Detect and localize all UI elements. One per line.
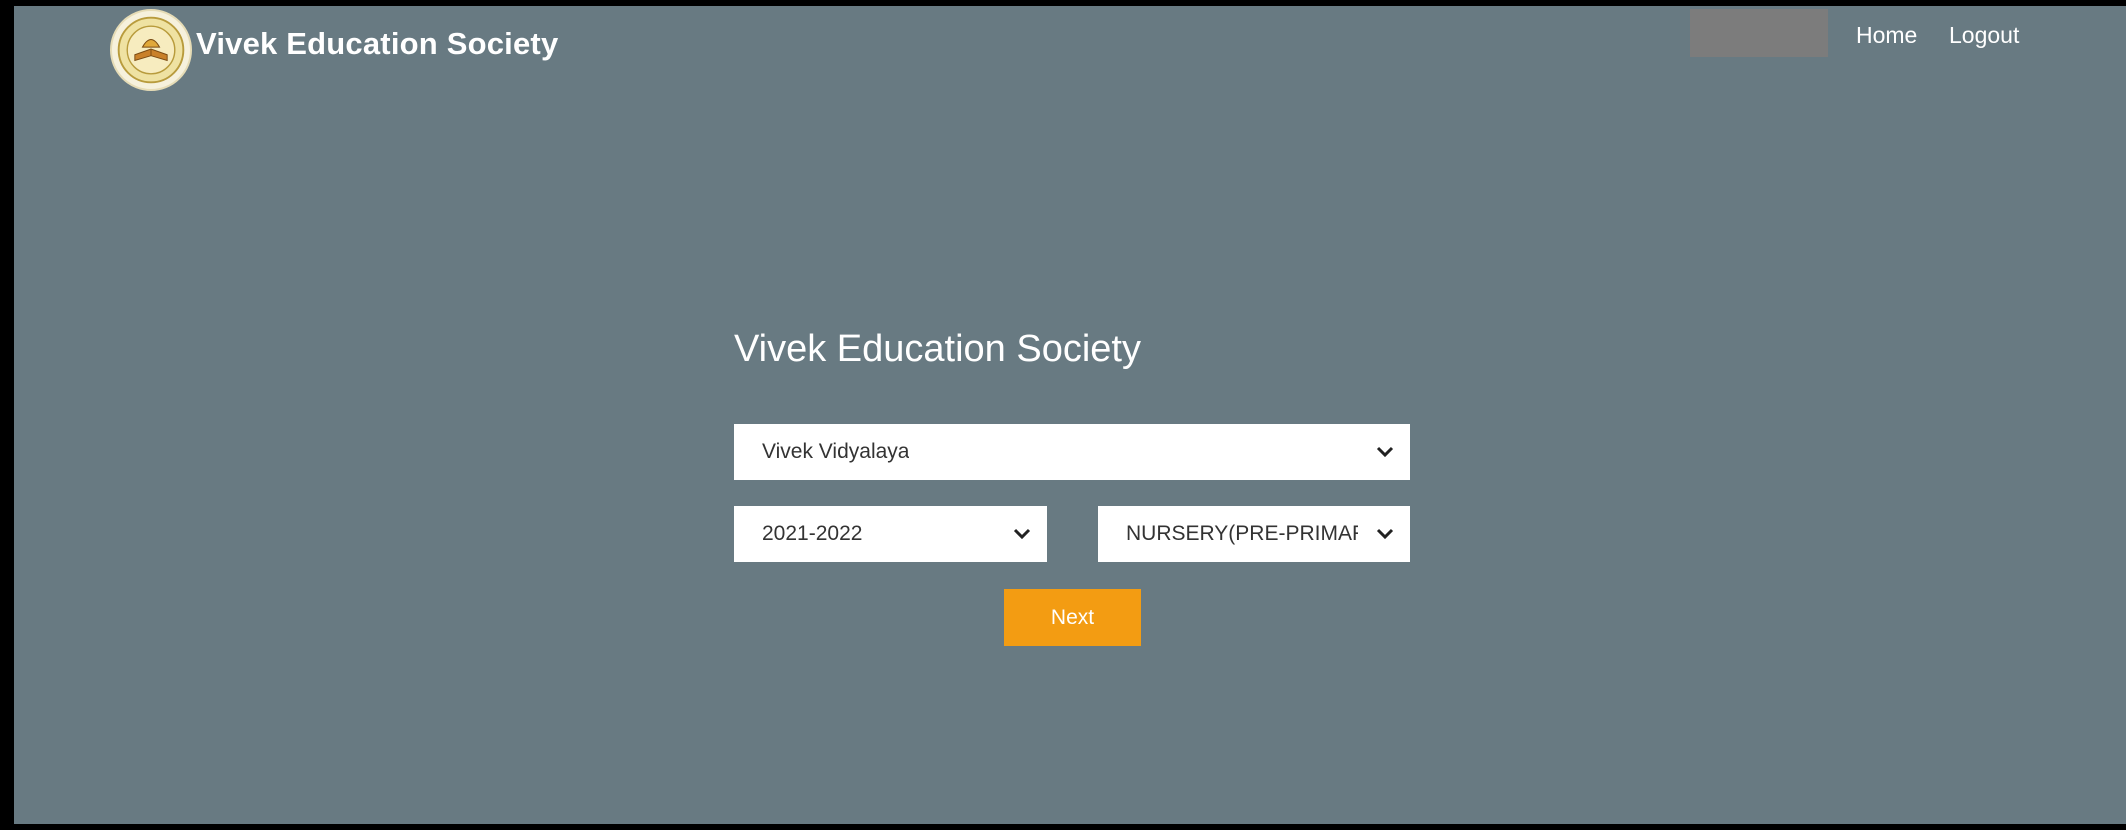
- academic-year-select[interactable]: 2021-2022: [734, 506, 1047, 562]
- page-title: Vivek Education Society: [734, 328, 1141, 370]
- chevron-down-icon: [1376, 446, 1394, 458]
- nav-home-link[interactable]: Home: [1856, 22, 1917, 49]
- academic-year-value: 2021-2022: [762, 522, 863, 545]
- class-select-value: NURSERY(PRE-PRIMARY: [1126, 522, 1358, 545]
- page-background: [14, 6, 2126, 824]
- logo-emblem-icon[interactable]: [110, 9, 192, 91]
- next-button[interactable]: Next: [1004, 589, 1141, 646]
- class-select[interactable]: NURSERY(PRE-PRIMARY: [1098, 506, 1410, 562]
- school-select-value: Vivek Vidyalaya: [762, 440, 910, 463]
- brand-title: Vivek Education Society: [196, 26, 559, 61]
- chevron-down-icon: [1376, 528, 1394, 540]
- chevron-down-icon: [1013, 528, 1031, 540]
- redacted-user-box: [1690, 9, 1828, 57]
- nav-logout-link[interactable]: Logout: [1949, 22, 2019, 49]
- school-select[interactable]: Vivek Vidyalaya: [734, 424, 1410, 480]
